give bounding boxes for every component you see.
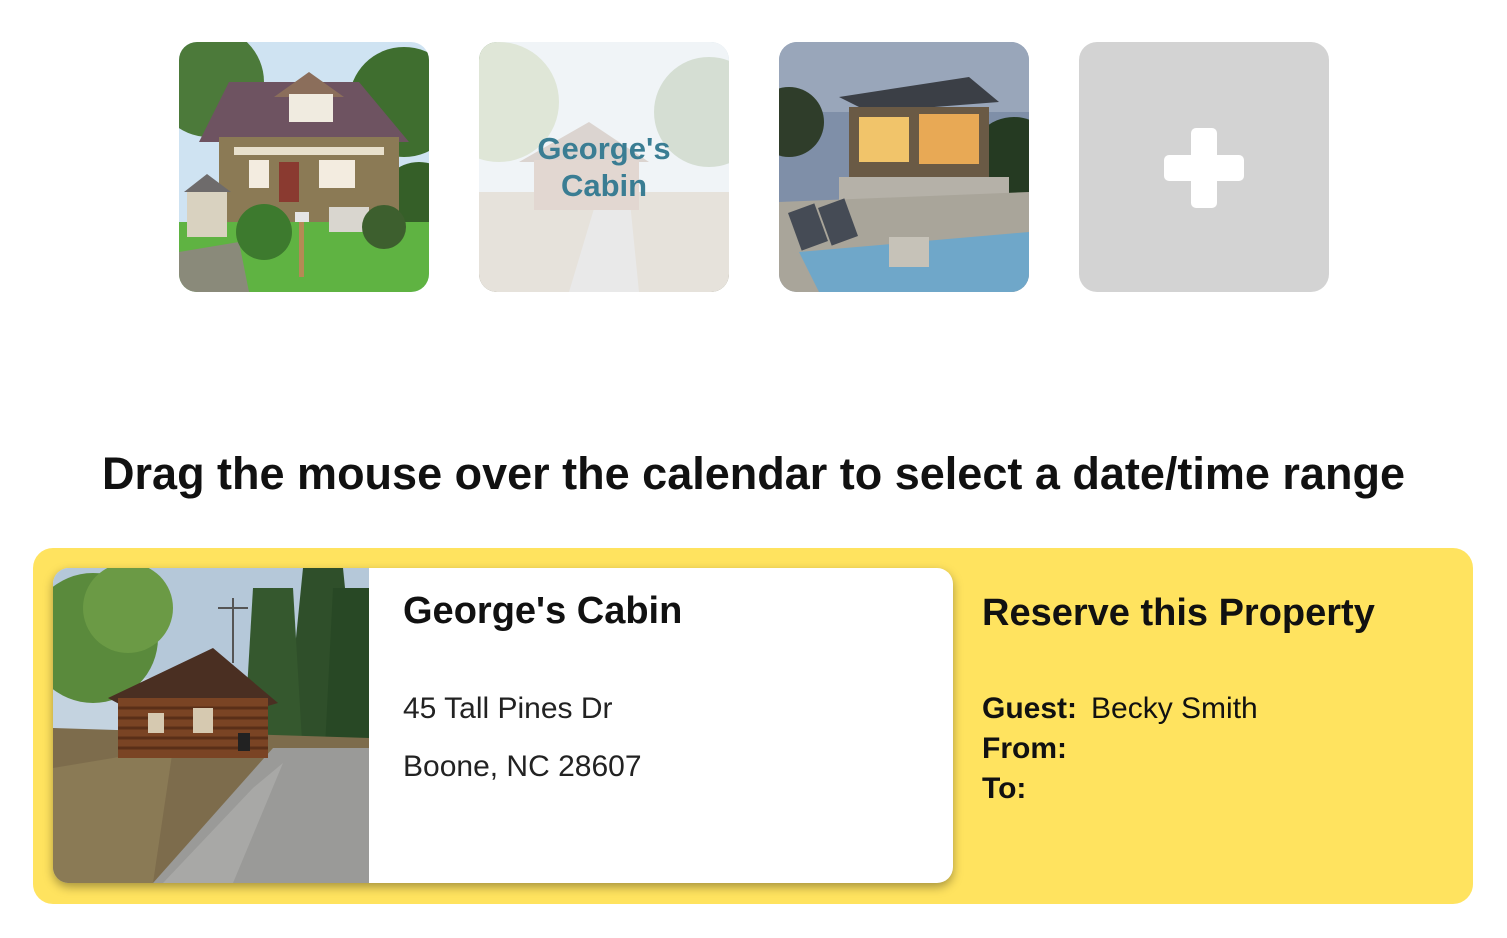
pool-house-image bbox=[779, 42, 1029, 292]
guest-value: Becky Smith bbox=[1091, 692, 1258, 725]
thumbnail-overlay-label: George's Cabin bbox=[537, 131, 671, 203]
reservation-details: Reserve this Property Guest: Becky Smith … bbox=[982, 548, 1452, 904]
to-label: To: bbox=[982, 772, 1027, 805]
guest-row: Guest: Becky Smith bbox=[982, 692, 1258, 726]
from-row: From: bbox=[982, 732, 1081, 766]
guest-label: Guest: bbox=[982, 692, 1078, 725]
property-thumbnail-craftsman-house[interactable] bbox=[179, 42, 429, 292]
to-row: To: bbox=[982, 772, 1040, 806]
calendar-instruction: Drag the mouse over the calendar to sele… bbox=[102, 448, 1405, 499]
add-property-button[interactable] bbox=[1079, 42, 1329, 292]
cabin-photo-image bbox=[53, 568, 369, 883]
thumbnail-overlay: George's Cabin bbox=[479, 42, 729, 292]
property-address-line2: Boone, NC 28607 bbox=[403, 750, 642, 783]
property-name: George's Cabin bbox=[403, 590, 683, 632]
property-thumbnail-modern-pool-house[interactable] bbox=[779, 42, 1029, 292]
property-address-line1: 45 Tall Pines Dr bbox=[403, 692, 613, 725]
from-label: From: bbox=[982, 732, 1067, 765]
craftsman-house-image bbox=[179, 42, 429, 292]
property-thumbnail-georges-cabin[interactable]: George's Cabin bbox=[479, 42, 729, 292]
reservation-panel: George's Cabin 45 Tall Pines Dr Boone, N… bbox=[33, 548, 1473, 904]
reservation-title: Reserve this Property bbox=[982, 592, 1375, 634]
property-thumbnail-strip: George's Cabin bbox=[179, 42, 1329, 292]
property-card: George's Cabin 45 Tall Pines Dr Boone, N… bbox=[53, 568, 953, 883]
property-photo bbox=[53, 568, 369, 883]
